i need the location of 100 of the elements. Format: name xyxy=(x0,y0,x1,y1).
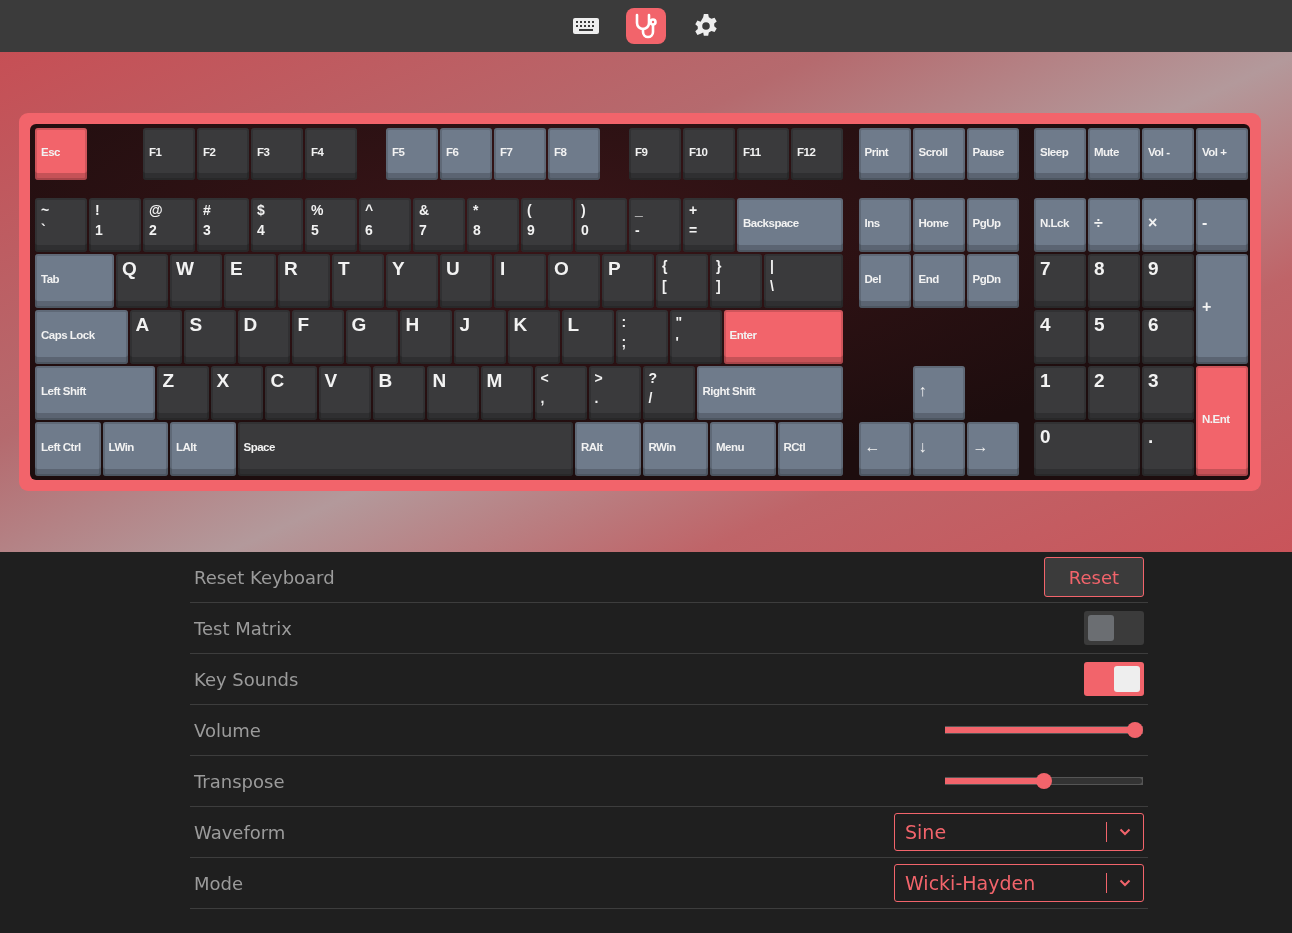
key[interactable]: F2 xyxy=(197,128,249,180)
key[interactable]: ! 1 xyxy=(89,198,141,252)
key[interactable]: V xyxy=(318,366,371,420)
key[interactable]: T xyxy=(332,254,384,308)
key[interactable]: X xyxy=(210,366,263,420)
key[interactable]: O xyxy=(548,254,600,308)
key[interactable]: H xyxy=(399,310,452,364)
key[interactable]: PgDn xyxy=(966,254,1019,308)
key[interactable]: L xyxy=(561,310,614,364)
key[interactable]: : ; xyxy=(615,310,668,364)
key[interactable]: C xyxy=(264,366,317,420)
key[interactable]: S xyxy=(183,310,236,364)
key[interactable]: ^ 6 xyxy=(359,198,411,252)
key[interactable]: 5 xyxy=(1088,310,1140,364)
key[interactable]: G xyxy=(345,310,398,364)
key[interactable]: End xyxy=(912,254,965,308)
key[interactable]: Z xyxy=(156,366,209,420)
key[interactable]: < , xyxy=(534,366,587,420)
key[interactable]: * 8 xyxy=(467,198,519,252)
key[interactable]: → xyxy=(966,422,1019,476)
key[interactable]: Left Shift xyxy=(35,366,155,420)
key[interactable]: @ 2 xyxy=(143,198,195,252)
key[interactable]: LWin xyxy=(102,422,168,476)
key[interactable]: F4 xyxy=(305,128,357,180)
key[interactable]: Mute xyxy=(1088,128,1140,180)
key[interactable]: F11 xyxy=(737,128,789,180)
key[interactable]: A xyxy=(129,310,182,364)
key[interactable]: U xyxy=(440,254,492,308)
key[interactable]: F5 xyxy=(386,128,438,180)
key[interactable]: Backspace xyxy=(737,198,843,252)
key[interactable]: LAlt xyxy=(170,422,236,476)
key[interactable]: Space xyxy=(237,422,573,476)
reset-button[interactable]: Reset xyxy=(1044,557,1144,597)
key[interactable]: ? / xyxy=(642,366,695,420)
key[interactable]: × xyxy=(1142,198,1194,252)
key[interactable]: Sleep xyxy=(1034,128,1086,180)
key[interactable]: 3 xyxy=(1142,366,1194,420)
key[interactable]: B xyxy=(372,366,425,420)
key[interactable]: F8 xyxy=(548,128,600,180)
key[interactable]: % 5 xyxy=(305,198,357,252)
key[interactable]: ↑ xyxy=(912,366,965,420)
key[interactable]: 7 xyxy=(1034,254,1086,308)
dropdown[interactable]: Sine xyxy=(894,813,1144,851)
key[interactable]: 6 xyxy=(1142,310,1194,364)
key[interactable]: RCtl xyxy=(777,422,843,476)
key[interactable]: J xyxy=(453,310,506,364)
key[interactable]: F10 xyxy=(683,128,735,180)
key[interactable]: $ 4 xyxy=(251,198,303,252)
key[interactable]: Del xyxy=(858,254,911,308)
toggle-switch[interactable] xyxy=(1084,611,1144,645)
key[interactable]: RWin xyxy=(642,422,708,476)
key[interactable]: ← xyxy=(858,422,911,476)
key[interactable]: F1 xyxy=(143,128,195,180)
key[interactable]: ) 0 xyxy=(575,198,627,252)
key[interactable]: K xyxy=(507,310,560,364)
key[interactable]: 8 xyxy=(1088,254,1140,308)
key[interactable]: Right Shift xyxy=(696,366,843,420)
key[interactable]: ~ ` xyxy=(35,198,87,252)
key[interactable]: Home xyxy=(912,198,965,252)
key[interactable]: RAlt xyxy=(575,422,641,476)
key[interactable]: 2 xyxy=(1088,366,1140,420)
key[interactable]: + xyxy=(1196,254,1248,364)
key[interactable]: | \ xyxy=(764,254,843,308)
key[interactable]: F xyxy=(291,310,344,364)
key[interactable]: 0 xyxy=(1034,422,1140,476)
key[interactable]: Scroll xyxy=(912,128,965,180)
key[interactable]: ↓ xyxy=(912,422,965,476)
key[interactable]: N xyxy=(426,366,479,420)
key[interactable]: } ] xyxy=(710,254,762,308)
key[interactable]: 9 xyxy=(1142,254,1194,308)
key[interactable]: Left Ctrl xyxy=(35,422,101,476)
key[interactable]: . xyxy=(1142,422,1194,476)
key[interactable]: W xyxy=(170,254,222,308)
key[interactable]: Ins xyxy=(858,198,911,252)
key[interactable]: Tab xyxy=(35,254,114,308)
key[interactable]: Pause xyxy=(966,128,1019,180)
key[interactable]: I xyxy=(494,254,546,308)
key[interactable]: PgUp xyxy=(966,198,1019,252)
key[interactable]: 1 xyxy=(1034,366,1086,420)
key[interactable]: # 3 xyxy=(197,198,249,252)
key[interactable]: F3 xyxy=(251,128,303,180)
key[interactable]: 4 xyxy=(1034,310,1086,364)
key[interactable]: F7 xyxy=(494,128,546,180)
key[interactable]: ÷ xyxy=(1088,198,1140,252)
key[interactable]: M xyxy=(480,366,533,420)
key[interactable]: " ' xyxy=(669,310,722,364)
key[interactable]: Y xyxy=(386,254,438,308)
dropdown[interactable]: Wicki-Hayden xyxy=(894,864,1144,902)
key[interactable]: _ - xyxy=(629,198,681,252)
key[interactable]: F6 xyxy=(440,128,492,180)
key[interactable]: Vol - xyxy=(1142,128,1194,180)
key[interactable]: Caps Lock xyxy=(35,310,128,364)
key[interactable]: & 7 xyxy=(413,198,465,252)
key[interactable]: + = xyxy=(683,198,735,252)
key[interactable]: F9 xyxy=(629,128,681,180)
key[interactable]: { [ xyxy=(656,254,708,308)
key[interactable]: F12 xyxy=(791,128,843,180)
key[interactable]: - xyxy=(1196,198,1248,252)
key[interactable]: R xyxy=(278,254,330,308)
key[interactable]: > . xyxy=(588,366,641,420)
